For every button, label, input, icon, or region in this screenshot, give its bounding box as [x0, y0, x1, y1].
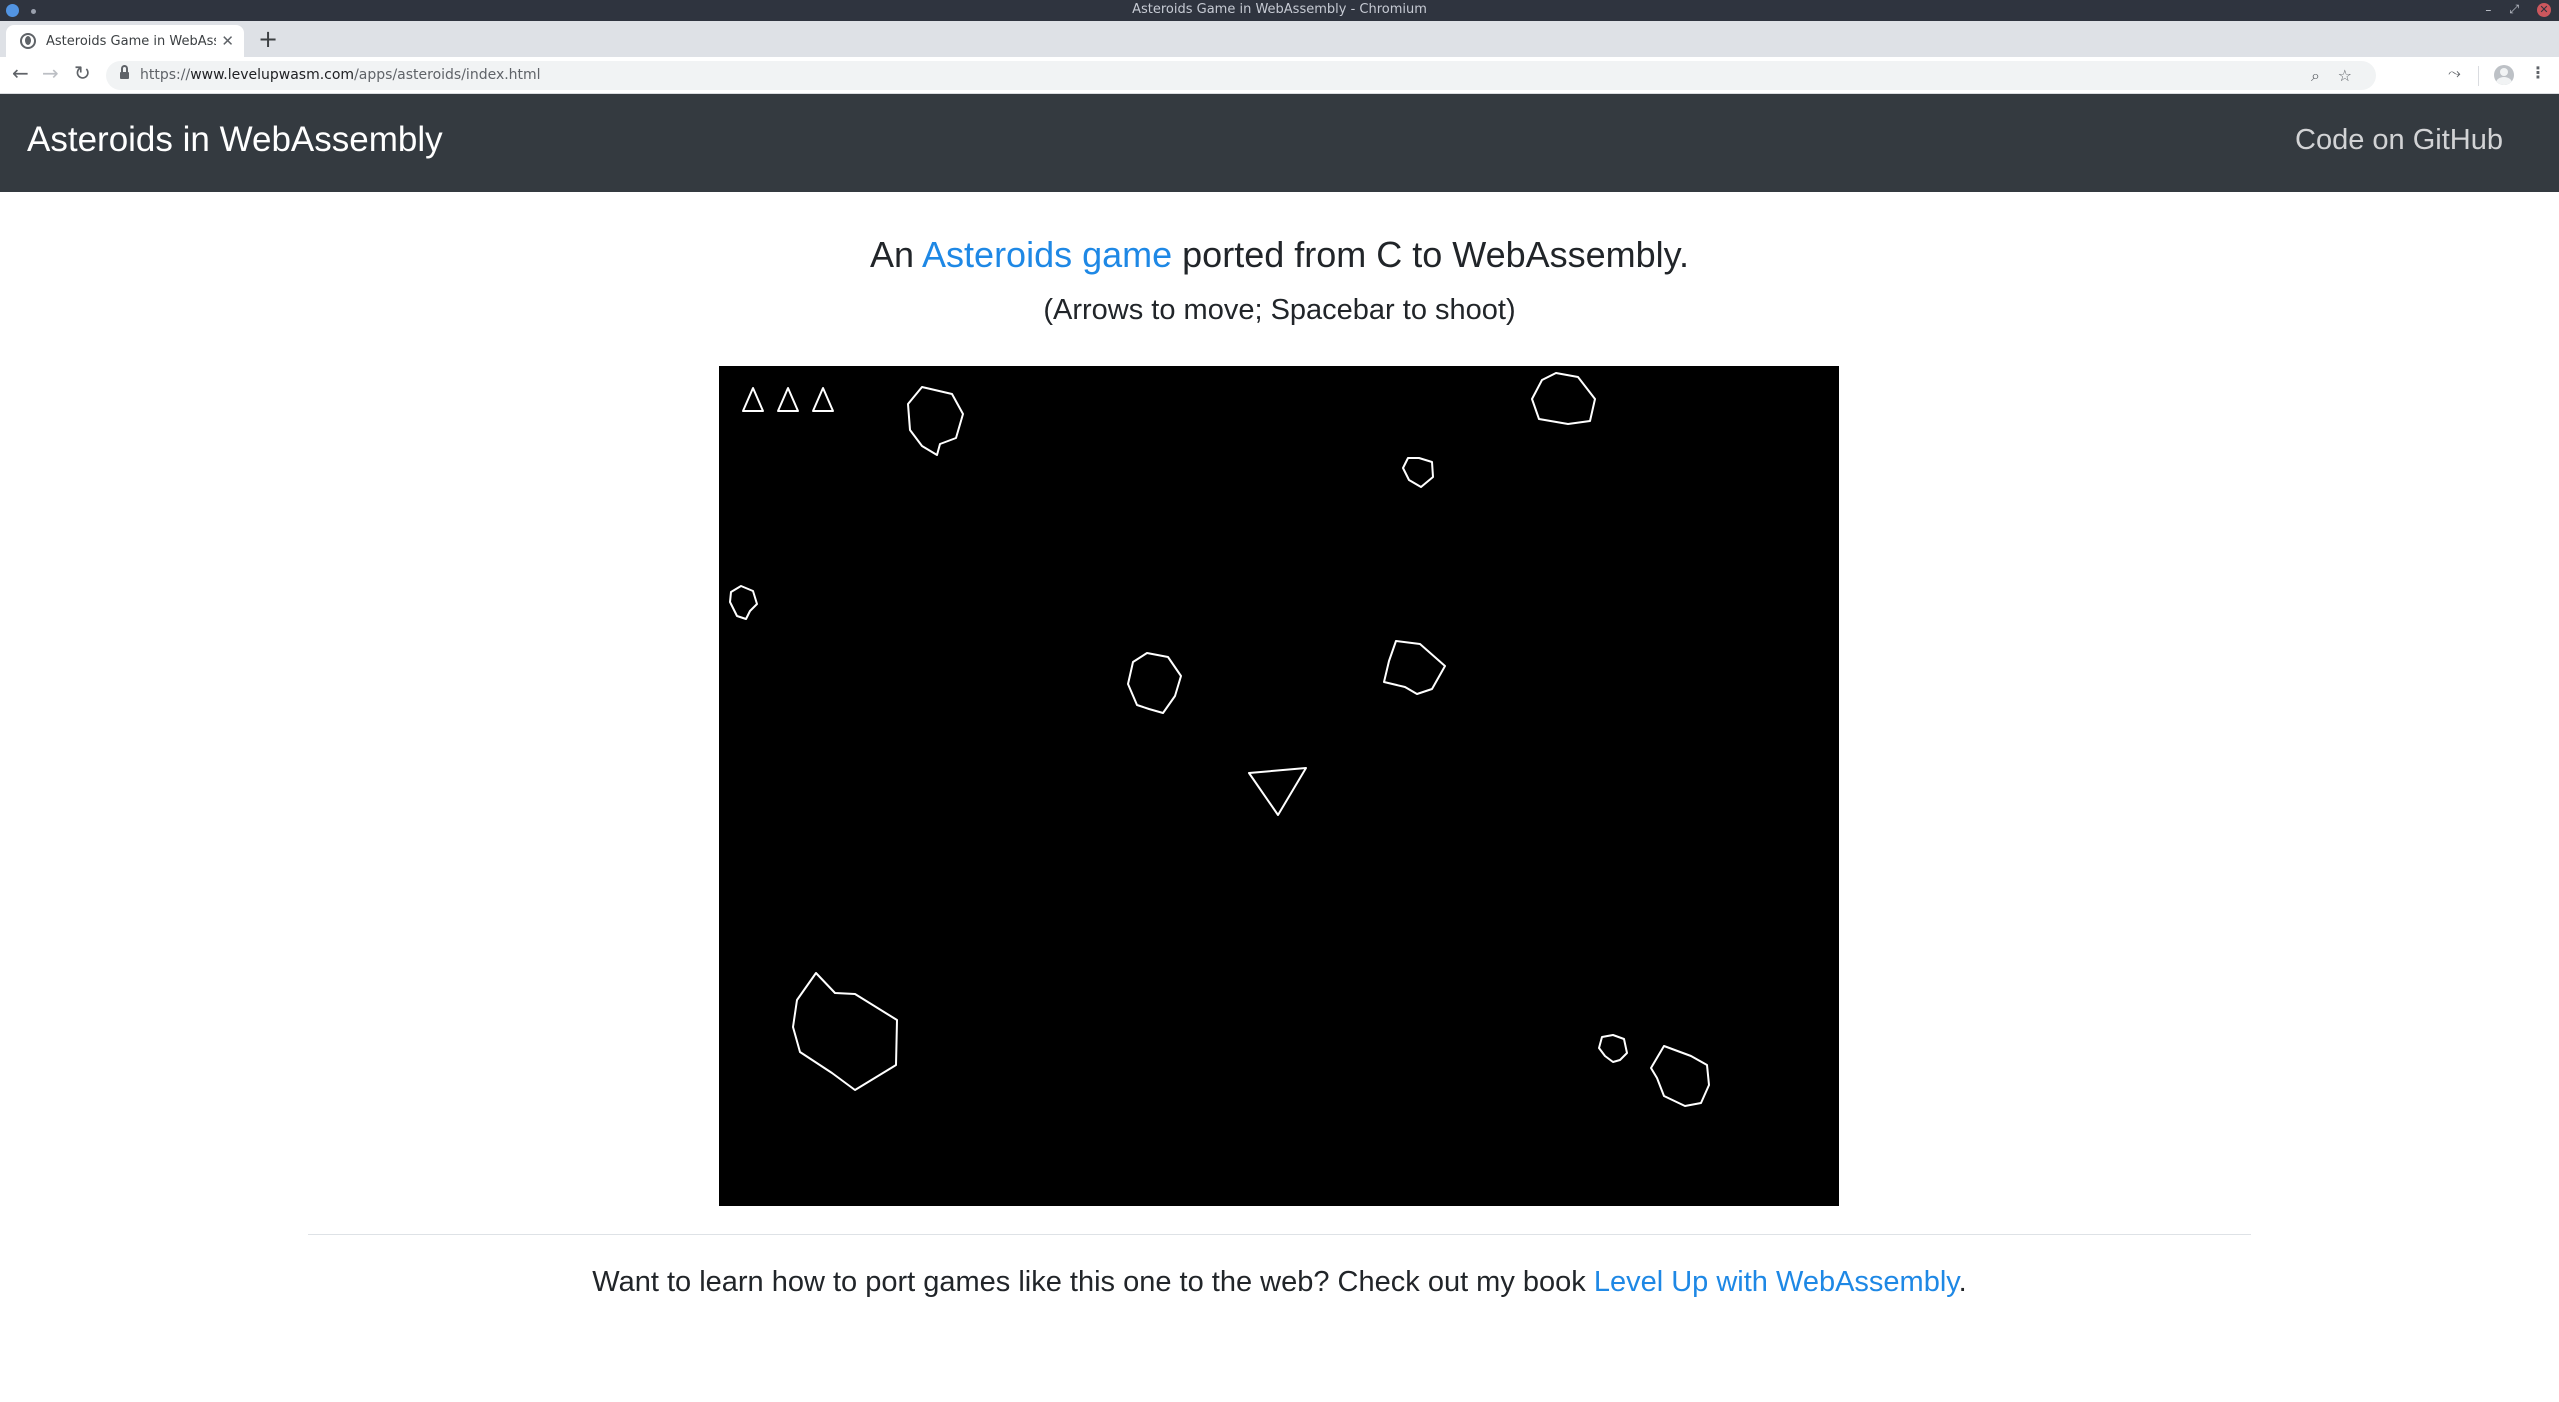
github-link[interactable]: Code on GitHub — [2295, 124, 2503, 157]
asteroid — [1402, 457, 1434, 488]
url-path: /apps/asteroids/index.html — [354, 67, 541, 83]
back-arrow-icon[interactable]: ← — [12, 61, 29, 85]
tab-title: Asteroids Game in WebAsse — [46, 33, 216, 49]
promo-suffix: . — [1958, 1266, 1967, 1298]
book-link[interactable]: Level Up with WebAssembly — [1594, 1266, 1959, 1298]
lead-prefix: An — [869, 234, 923, 275]
window-title: Asteroids Game in WebAssembly - Chromium — [1132, 2, 1427, 17]
game-scene — [729, 372, 1710, 1107]
globe-icon — [20, 33, 36, 49]
window-close-icon[interactable]: ✕ — [2537, 2, 2551, 17]
tab-asteroids[interactable]: Asteroids Game in WebAsse ✕ — [6, 25, 244, 57]
maximize-icon[interactable]: ⤢ — [2509, 2, 2519, 17]
minimize-icon[interactable]: – — [2485, 3, 2491, 17]
asteroid — [1383, 640, 1446, 695]
controls-instructions: (Arrows to move; Spacebar to shoot) — [1043, 294, 1516, 326]
asteroid — [1127, 652, 1182, 714]
tab-strip: Asteroids Game in WebAsse ✕ + — [0, 21, 2559, 57]
asteroid — [792, 972, 898, 1091]
asteroid — [1531, 372, 1596, 425]
bookmark-star-icon[interactable]: ☆ — [2338, 66, 2352, 85]
section-divider — [308, 1234, 2251, 1235]
life-ship-icon — [742, 387, 764, 412]
browser-toolbar: ← → ↻ https://www.levelupwasm.com/apps/a… — [0, 57, 2559, 94]
reload-icon[interactable]: ↻ — [74, 61, 91, 85]
page-lead: An Asteroids game ported from C to WebAs… — [0, 234, 2559, 276]
promo-prefix: Want to learn how to port games like thi… — [592, 1266, 1594, 1298]
asteroid — [1598, 1034, 1628, 1063]
profile-avatar-icon[interactable] — [2494, 65, 2514, 85]
asteroids-game-link[interactable]: Asteroids game — [922, 234, 1172, 275]
navbar-brand[interactable]: Asteroids in WebAssembly — [27, 120, 443, 160]
lead-suffix: ported from C to WebAssembly. — [1172, 234, 1690, 275]
book-promo: Want to learn how to port games like thi… — [0, 1266, 2559, 1299]
os-titlebar: Asteroids Game in WebAssembly - Chromium… — [0, 0, 2559, 21]
url-text[interactable]: https://www.levelupwasm.com/apps/asteroi… — [140, 67, 541, 83]
url-scheme: https:// — [140, 67, 191, 83]
window-controls: – ⤢ ✕ — [2485, 2, 2551, 17]
url-host: www.levelupwasm.com — [190, 67, 355, 83]
game-canvas[interactable] — [719, 366, 1839, 1206]
address-bar[interactable]: https://www.levelupwasm.com/apps/asteroi… — [106, 61, 2376, 90]
player-ship — [1248, 767, 1307, 816]
asteroid — [729, 585, 758, 620]
asteroid — [1650, 1045, 1710, 1107]
menu-icon[interactable]: ⋮ — [2530, 63, 2546, 82]
asteroid — [907, 386, 964, 456]
forward-arrow-icon[interactable]: → — [42, 61, 59, 85]
toolbar-divider — [2478, 66, 2479, 86]
life-ship-icon — [812, 387, 834, 412]
zoom-icon[interactable]: ⌕ — [2311, 66, 2320, 86]
site-navbar: Asteroids in WebAssembly Code on GitHub — [0, 94, 2559, 192]
new-tab-button[interactable]: + — [258, 25, 278, 53]
tab-close-icon[interactable]: ✕ — [221, 32, 234, 50]
extension-icon[interactable]: ⤳ — [2448, 63, 2461, 83]
life-ship-icon — [777, 387, 799, 412]
lock-icon[interactable] — [120, 65, 129, 80]
